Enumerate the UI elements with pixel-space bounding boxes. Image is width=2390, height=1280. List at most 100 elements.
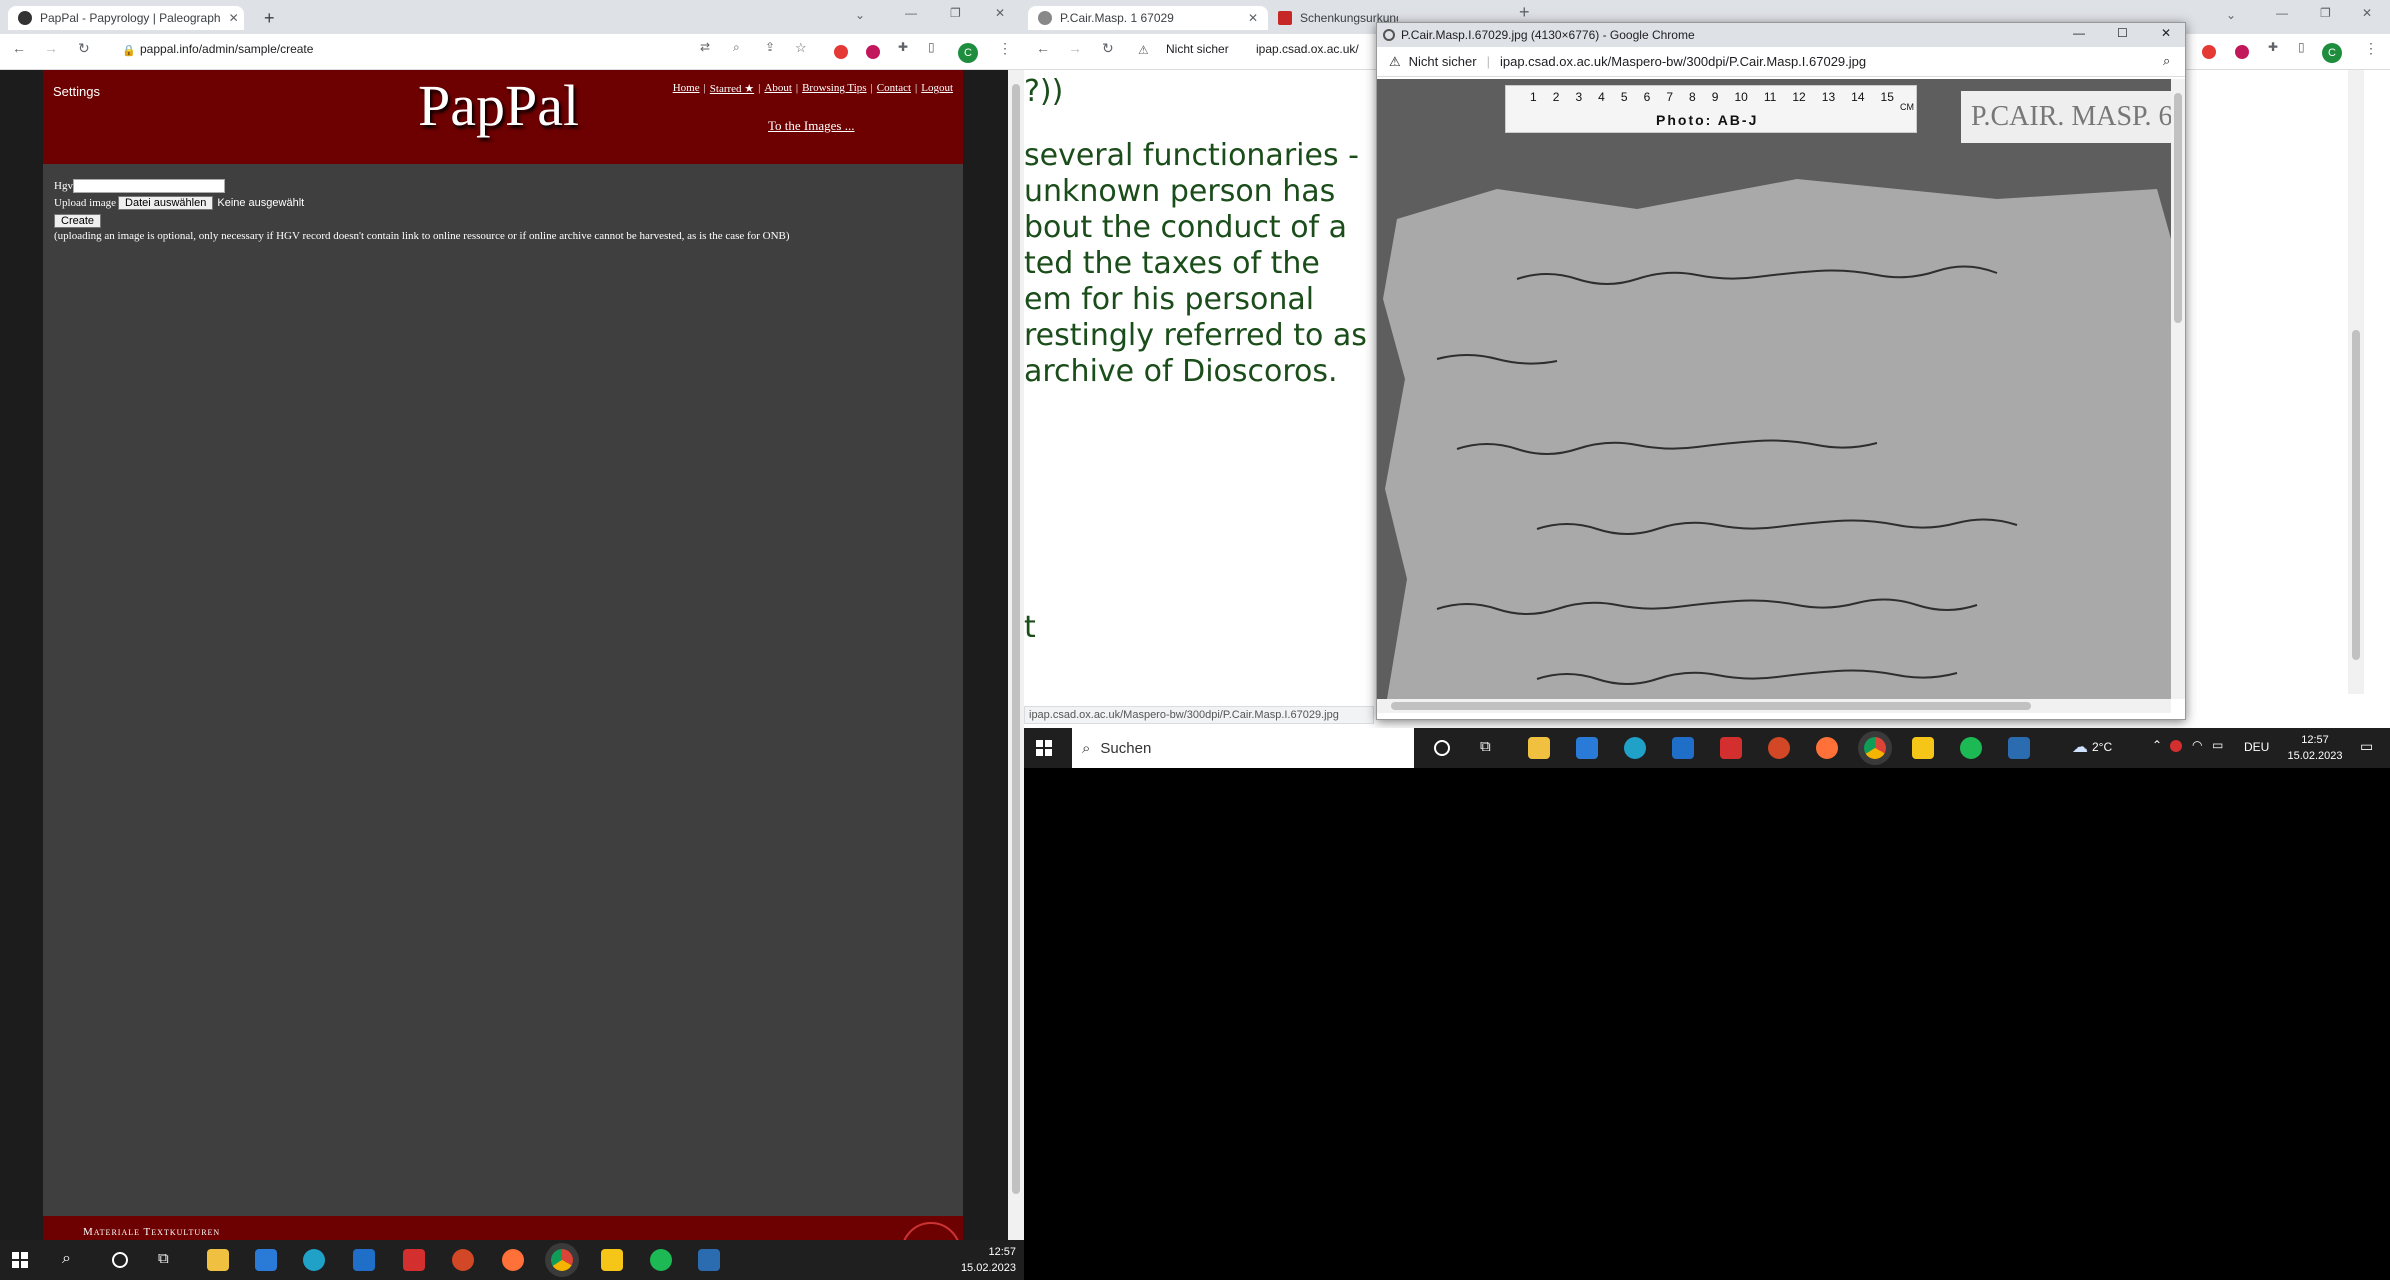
reload-icon[interactable]: ↻ [78, 40, 90, 57]
firefox-icon[interactable] [1816, 737, 1838, 759]
explorer-icon[interactable] [1528, 737, 1550, 759]
powerpoint-icon[interactable] [452, 1249, 474, 1271]
language-indicator[interactable]: DEU [2244, 740, 2269, 754]
profile-avatar[interactable]: C [2322, 43, 2342, 63]
tab-pappal[interactable]: PapPal - Papyrology | Paleograph ✕ [8, 6, 244, 30]
bookmark-star-icon[interactable]: ☆ [795, 40, 807, 56]
popup-minimize-icon[interactable]: — [2073, 26, 2085, 40]
tray-app-icon[interactable] [2170, 740, 2182, 752]
nav-starred[interactable]: Starred ★ [710, 82, 754, 95]
share-icon[interactable]: ⇪ [765, 40, 775, 54]
puzzle-icon[interactable]: ✚ [2268, 40, 2278, 54]
firefox-icon[interactable] [502, 1249, 524, 1271]
mail-icon[interactable] [353, 1249, 375, 1271]
right-clock[interactable]: 12:57 15.02.2023 [2280, 732, 2350, 764]
close-window-icon[interactable]: ✕ [2362, 6, 2372, 20]
scroll-thumb[interactable] [1012, 84, 1020, 1194]
new-tab-button[interactable]: + [1519, 2, 1530, 23]
profile-avatar[interactable]: C [958, 43, 978, 63]
security-label[interactable]: Nicht sicher [1166, 38, 1229, 60]
photos-icon[interactable] [698, 1249, 720, 1271]
zoom-icon[interactable]: ⌕ [733, 40, 740, 55]
address-bar[interactable]: pappal.info/admin/sample/create [140, 38, 660, 60]
notification-icon[interactable]: ▭ [2360, 738, 2373, 755]
photos-icon[interactable] [2008, 737, 2030, 759]
restore-icon[interactable]: ❐ [950, 6, 961, 20]
page-scrollbar[interactable] [1008, 70, 1024, 1240]
edge-icon[interactable] [1624, 737, 1646, 759]
mail-icon[interactable] [1672, 737, 1694, 759]
close-window-icon[interactable]: ✕ [995, 6, 1005, 20]
task-view-icon[interactable]: ⧉ [158, 1250, 169, 1267]
popup-vscrollbar[interactable] [2171, 79, 2185, 699]
address-bar[interactable]: ipap.csad.ox.ac.uk/ [1256, 38, 1396, 60]
reload-icon[interactable]: ↻ [1102, 40, 1114, 57]
puzzle-icon[interactable]: ✚ [898, 40, 908, 54]
back-icon[interactable]: ← [1036, 40, 1050, 56]
nav-browsing-tips[interactable]: Browsing Tips [802, 82, 867, 95]
menu-icon[interactable]: ⋮ [998, 40, 1012, 57]
forward-icon[interactable]: → [44, 40, 58, 56]
popup-close-icon[interactable]: ✕ [2161, 26, 2171, 40]
popup-maximize-icon[interactable]: ☐ [2117, 26, 2128, 40]
pappal-logo[interactable]: PapPal [418, 72, 579, 139]
file-choose-button[interactable]: Datei auswählen [118, 196, 214, 210]
close-icon[interactable]: ✕ [1240, 11, 1258, 25]
weather-icon[interactable]: ☁ [2072, 737, 2088, 757]
scroll-thumb[interactable] [2174, 93, 2182, 323]
battery-icon[interactable]: ▭ [2212, 738, 2223, 752]
extension-red-icon[interactable] [834, 45, 848, 59]
notes-icon[interactable] [601, 1249, 623, 1271]
new-tab-button[interactable]: + [254, 6, 285, 30]
popup-hscrollbar[interactable] [1377, 699, 2171, 713]
chrome-icon[interactable] [551, 1249, 573, 1271]
cortana-icon[interactable] [112, 1252, 128, 1268]
acrobat-icon[interactable] [403, 1249, 425, 1271]
acrobat-icon[interactable] [1720, 737, 1742, 759]
settings-link[interactable]: Settings [53, 84, 100, 99]
tab-search-icon[interactable]: ⌄ [2226, 8, 2236, 22]
menu-icon[interactable]: ⋮ [2364, 40, 2378, 57]
store-icon[interactable] [1576, 737, 1598, 759]
start-icon[interactable] [12, 1252, 28, 1268]
spotify-icon[interactable] [650, 1249, 672, 1271]
chrome-icon[interactable] [1864, 737, 1886, 759]
task-view-icon[interactable]: ⧉ [1480, 738, 1491, 755]
start-icon[interactable] [1036, 740, 1052, 756]
to-images-link[interactable]: To the Images ... [768, 118, 854, 134]
store-icon[interactable] [255, 1249, 277, 1271]
spotify-icon[interactable] [1960, 737, 1982, 759]
page-scrollbar[interactable] [2348, 70, 2364, 694]
popup-url[interactable]: ipap.csad.ox.ac.uk/Maspero-bw/300dpi/P.C… [1500, 54, 1866, 69]
close-icon[interactable]: ✕ [221, 11, 239, 25]
edge-icon[interactable] [303, 1249, 325, 1271]
forward-icon[interactable]: → [1068, 40, 1082, 56]
nav-home[interactable]: Home [673, 82, 700, 95]
nav-logout[interactable]: Logout [921, 82, 953, 95]
left-clock[interactable]: 12:57 15.02.2023 [960, 1244, 1016, 1276]
zoom-icon[interactable]: ⌕ [2163, 53, 2170, 69]
nav-about[interactable]: About [764, 82, 792, 95]
extension-purple-icon[interactable] [866, 45, 880, 59]
hgv-input[interactable] [72, 179, 225, 193]
sidepanel-icon[interactable]: ▯ [928, 40, 935, 54]
create-button[interactable]: Create [54, 214, 102, 228]
cortana-icon[interactable] [1434, 740, 1450, 756]
powerpoint-icon[interactable] [1768, 737, 1790, 759]
minimize-icon[interactable]: — [905, 6, 917, 20]
search-icon[interactable]: ⌕ [62, 1250, 71, 1268]
sidepanel-icon[interactable]: ▯ [2298, 40, 2305, 54]
weather-temp[interactable]: 2°C [2092, 740, 2112, 754]
tray-chevron-icon[interactable]: ⌃ [2152, 738, 2162, 752]
scroll-thumb[interactable] [2352, 330, 2360, 660]
extension-purple-icon[interactable] [2235, 45, 2249, 59]
minimize-icon[interactable]: — [2276, 6, 2288, 20]
scroll-thumb[interactable] [1391, 702, 2031, 710]
translate-icon[interactable]: ⇄ [700, 40, 710, 54]
notes-icon[interactable] [1912, 737, 1934, 759]
nav-contact[interactable]: Contact [877, 82, 911, 95]
taskbar-search-box[interactable]: ⌕ Suchen [1072, 728, 1414, 768]
tab-search-icon[interactable]: ⌄ [855, 8, 865, 22]
explorer-icon[interactable] [207, 1249, 229, 1271]
tab-ipap[interactable]: P.Cair.Masp. 1 67029 ✕ [1028, 6, 1268, 30]
